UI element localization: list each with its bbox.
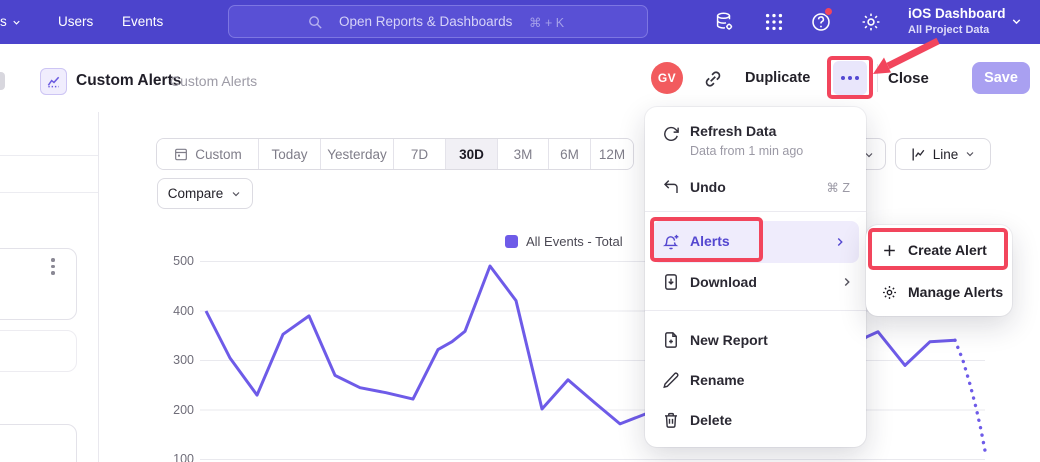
gear-icon bbox=[881, 284, 898, 301]
y-axis-tick: 400 bbox=[150, 304, 194, 318]
chevron-down-icon bbox=[1010, 15, 1023, 28]
submenu-item-create-alert[interactable]: Create Alert bbox=[866, 231, 1012, 269]
y-axis-tick: 200 bbox=[150, 403, 194, 417]
data-management-icon[interactable] bbox=[713, 11, 735, 33]
range-custom[interactable]: Custom bbox=[157, 139, 259, 169]
submenu-item-manage-alerts[interactable]: Manage Alerts bbox=[866, 273, 1012, 311]
menu-divider bbox=[645, 310, 866, 311]
notification-dot bbox=[824, 7, 833, 16]
range-label: Yesterday bbox=[327, 147, 387, 162]
new-report-icon bbox=[662, 331, 680, 349]
range-label: 3M bbox=[514, 147, 533, 162]
range-label: 6M bbox=[560, 147, 579, 162]
menu-item-alerts[interactable]: Alerts bbox=[652, 221, 859, 263]
nav-item-partial[interactable]: s bbox=[0, 0, 7, 44]
legend-swatch bbox=[505, 235, 518, 248]
calendar-icon bbox=[173, 146, 189, 162]
range-label: Today bbox=[271, 147, 307, 162]
menu-item-download[interactable]: Download bbox=[645, 263, 866, 301]
nav-item-events[interactable]: Events bbox=[122, 0, 163, 44]
app-window: 500 400 300 200 100 All Events - Total C… bbox=[0, 0, 1040, 462]
range-label: 30D bbox=[459, 147, 484, 162]
range-label: 7D bbox=[411, 147, 428, 162]
top-nav: s Users Events Open Reports & Dashboards… bbox=[0, 0, 1040, 44]
menu-item-subtitle: Data from 1 min ago bbox=[690, 144, 803, 158]
menu-item-refresh-data[interactable]: Refresh Data Data from 1 min ago bbox=[645, 113, 866, 165]
chart-type-label: Line bbox=[933, 147, 959, 162]
menu-item-label: New Report bbox=[690, 332, 768, 348]
legend-label: All Events - Total bbox=[526, 234, 623, 249]
plus-icon bbox=[881, 242, 898, 259]
y-axis-tick: 500 bbox=[150, 254, 194, 268]
search-placeholder: Open Reports & Dashboards bbox=[339, 14, 512, 29]
line-chart-icon bbox=[910, 146, 927, 163]
range-label: Custom bbox=[195, 147, 242, 162]
compare-label: Compare bbox=[168, 186, 224, 201]
range-label: 12M bbox=[599, 147, 625, 162]
range-30d-selected[interactable]: 30D bbox=[446, 139, 498, 169]
chevron-down-icon bbox=[964, 148, 976, 160]
nav-item-label: s bbox=[0, 14, 7, 29]
range-today[interactable]: Today bbox=[259, 139, 321, 169]
chevron-right-icon bbox=[840, 275, 854, 289]
range-6m[interactable]: 6M bbox=[549, 139, 591, 169]
submenu-item-label: Create Alert bbox=[908, 242, 987, 258]
project-switcher[interactable]: iOS Dashboard All Project Data bbox=[908, 5, 1006, 38]
search-shortcut: ⌘ + K bbox=[529, 15, 564, 30]
menu-item-label: Rename bbox=[690, 372, 744, 388]
menu-divider bbox=[645, 211, 866, 212]
chevron-down-icon bbox=[230, 188, 242, 200]
y-axis-tick: 100 bbox=[150, 452, 194, 462]
download-icon bbox=[662, 273, 680, 291]
menu-item-rename[interactable]: Rename bbox=[645, 361, 866, 399]
menu-item-shortcut: ⌘ Z bbox=[826, 180, 850, 195]
project-scope: All Project Data bbox=[908, 23, 1006, 38]
range-7d[interactable]: 7D bbox=[394, 139, 446, 169]
chart-legend[interactable]: All Events - Total bbox=[505, 234, 623, 249]
chevron-right-icon bbox=[833, 235, 847, 249]
menu-item-label: Delete bbox=[690, 412, 732, 428]
range-yesterday[interactable]: Yesterday bbox=[321, 139, 394, 169]
compare-dropdown[interactable]: Compare bbox=[157, 178, 253, 209]
y-axis-tick: 300 bbox=[150, 353, 194, 367]
submenu-item-label: Manage Alerts bbox=[908, 284, 1003, 300]
more-options-menu: Refresh Data Data from 1 min ago Undo ⌘ … bbox=[645, 107, 866, 447]
date-range-selector: Custom Today Yesterday 7D 30D 3M 6M 12M bbox=[156, 138, 634, 170]
rename-pencil-icon bbox=[662, 371, 680, 389]
refresh-icon bbox=[662, 125, 680, 143]
menu-item-label: Download bbox=[690, 274, 757, 290]
apps-grid-icon[interactable] bbox=[763, 11, 785, 33]
menu-item-label: Alerts bbox=[690, 233, 730, 249]
range-12m[interactable]: 12M bbox=[591, 139, 633, 169]
settings-gear-icon[interactable] bbox=[860, 11, 882, 33]
chart-type-dropdown[interactable]: Line bbox=[895, 138, 991, 170]
menu-item-label: Refresh Data bbox=[690, 123, 776, 139]
delete-trash-icon bbox=[662, 411, 680, 429]
alert-bell-plus-icon bbox=[662, 233, 680, 251]
alerts-submenu: Create Alert Manage Alerts bbox=[866, 225, 1012, 316]
menu-item-label: Undo bbox=[690, 179, 726, 195]
search-icon bbox=[307, 14, 324, 31]
project-name: iOS Dashboard bbox=[908, 5, 1006, 23]
nav-item-users[interactable]: Users bbox=[58, 0, 93, 44]
menu-item-undo[interactable]: Undo ⌘ Z bbox=[645, 169, 866, 205]
range-3m[interactable]: 3M bbox=[498, 139, 549, 169]
search-input[interactable]: Open Reports & Dashboards ⌘ + K bbox=[228, 5, 648, 38]
menu-item-new-report[interactable]: New Report bbox=[645, 321, 866, 359]
undo-icon bbox=[662, 178, 680, 196]
menu-item-delete[interactable]: Delete bbox=[645, 401, 866, 439]
chevron-down-icon bbox=[11, 17, 22, 28]
